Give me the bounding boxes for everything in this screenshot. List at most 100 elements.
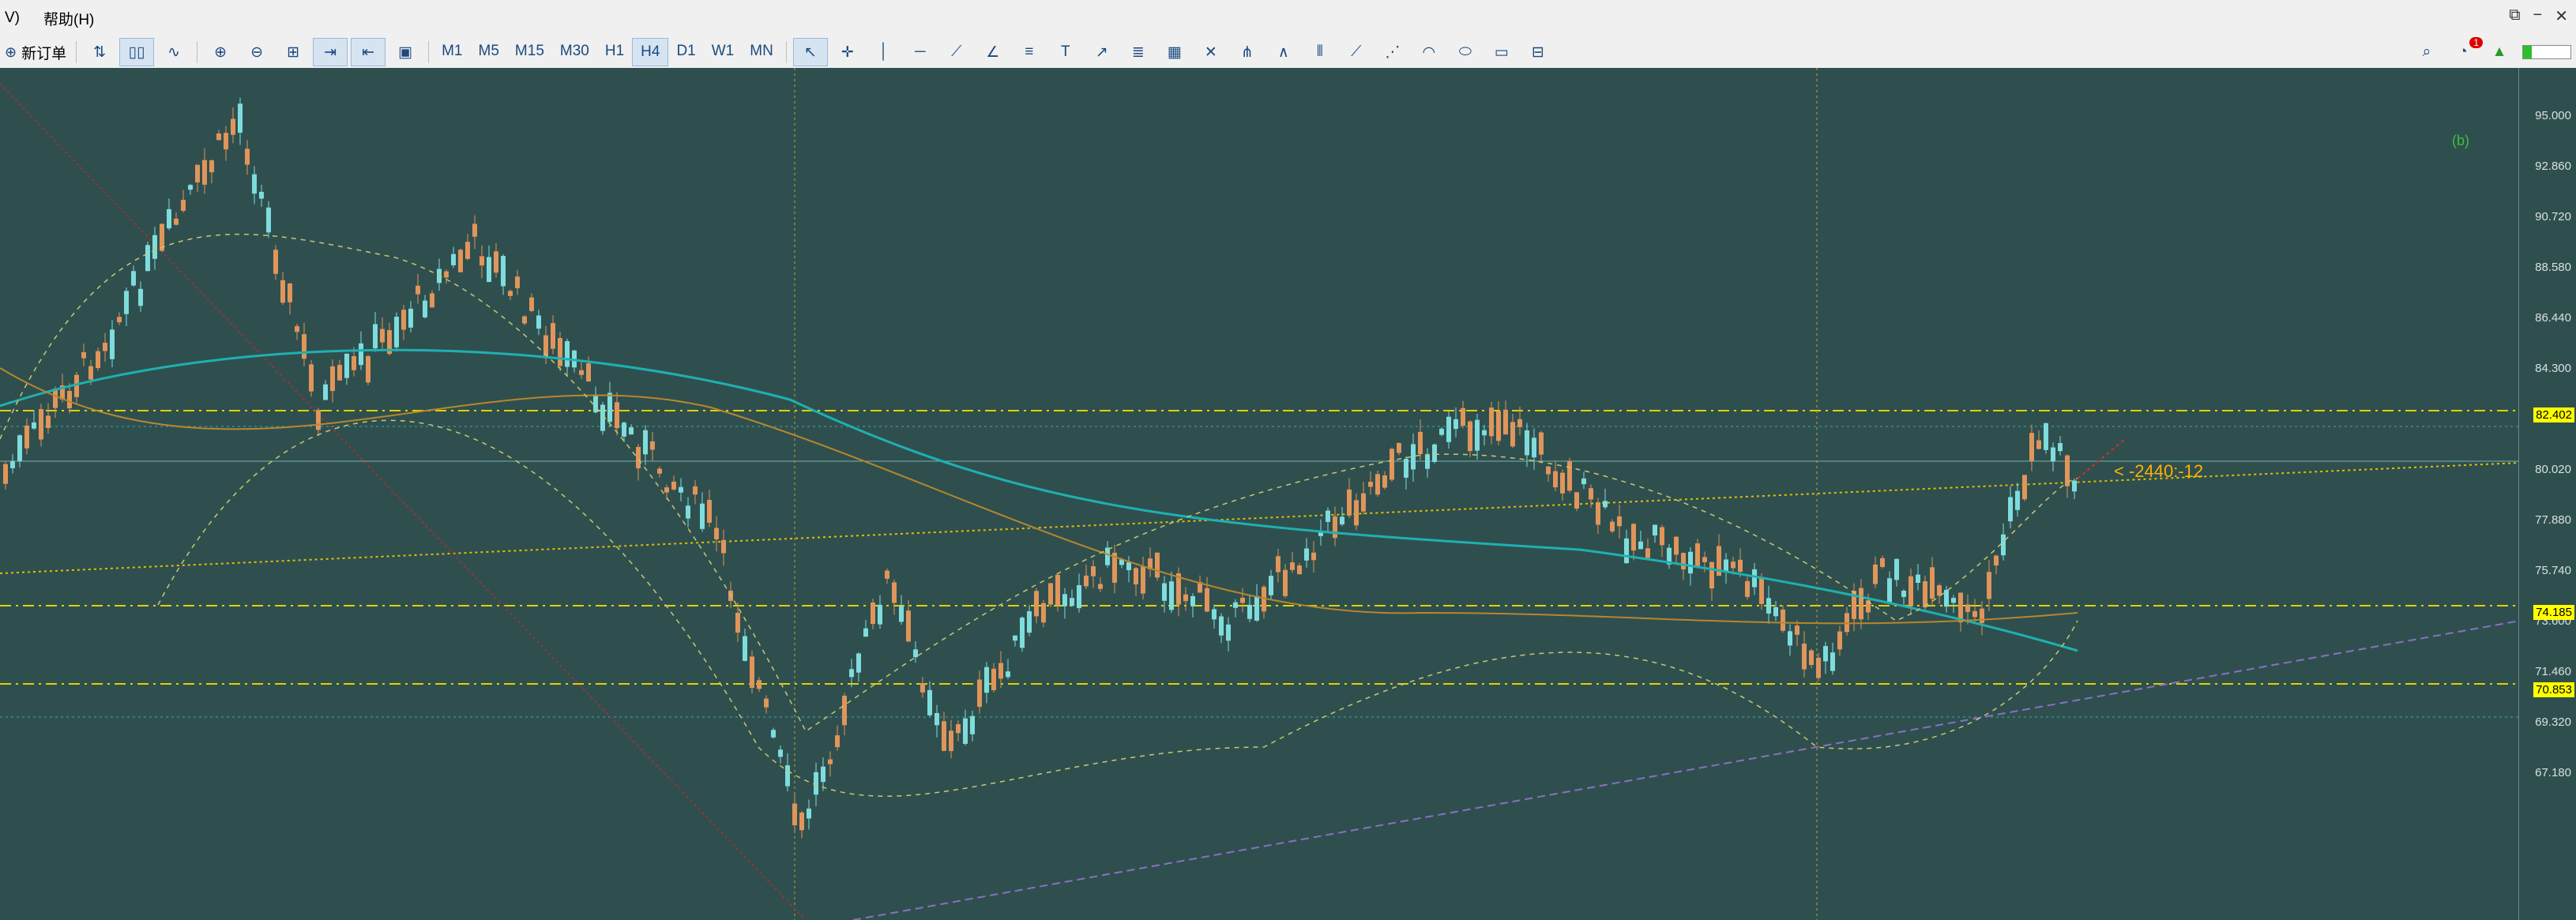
pitchfork-icon[interactable]: ⋔ [1231,39,1264,66]
text-icon[interactable]: T [1049,39,1082,66]
candle-body [1390,449,1394,480]
candle-body [1638,541,1643,550]
candle-body [757,680,762,689]
candle-body [103,343,107,351]
timeframe-h4[interactable]: H4 [632,38,669,66]
crosshair-icon[interactable]: ✛ [831,39,864,66]
minimize-icon[interactable]: − [2533,6,2543,26]
candle-body [1603,501,1608,508]
candle-body [2001,534,2006,556]
menu-bar: V) 帮助(H) ⧉ − ✕ [0,0,2576,36]
menu-item-view[interactable]: V) [0,9,20,27]
autoscroll-icon[interactable]: ⇥ [313,38,348,66]
screenshot-icon[interactable]: ▣ [389,39,422,66]
candle-body [1240,597,1245,603]
candle-body [67,391,72,409]
candle-body [622,422,626,437]
candle-body [615,402,619,429]
price-chart[interactable] [0,68,2576,920]
candle-body [1453,419,1458,430]
candle-body [209,160,214,173]
price-label: 86.440 [2535,311,2571,325]
candle-body [1219,616,1224,636]
connection-status-icon[interactable] [2519,39,2574,66]
grid-icon[interactable]: ⊞ [276,39,310,66]
candle-body [828,759,833,764]
candle-body [700,503,705,529]
price-axis[interactable]: 95.00092.86090.72088.58086.44084.30082.1… [2518,68,2576,920]
candle-body [1965,604,1970,612]
timeframe-w1[interactable]: W1 [704,38,743,65]
candle-body [1830,652,1835,671]
regression-icon[interactable]: ⟋ [1340,39,1373,66]
candle-body [1098,584,1103,589]
candle-body [984,667,989,693]
bell-icon: ◔ [2458,43,2468,60]
chart-overlays [0,233,2126,797]
zoom-in-icon[interactable]: ⊕ [204,39,237,66]
candle-body [1567,461,1572,491]
candle-body [1311,552,1316,561]
price-label: 95.000 [2535,109,2571,122]
candle-body [1795,625,1799,635]
arc-icon[interactable]: ◠ [1412,39,1446,66]
candle-body [721,539,726,554]
zoom-out-icon[interactable]: ⊖ [240,39,273,66]
timeframe-m15[interactable]: M15 [507,38,552,65]
algo-trading-icon[interactable]: ⇅ [83,39,116,66]
candle-body [1091,566,1096,576]
signal-strength-icon[interactable]: ▲ [2483,39,2516,66]
candle-body [942,721,946,751]
candle-body [892,582,897,603]
candle-body [2051,447,2055,462]
close-icon[interactable]: ✕ [2555,6,2568,26]
horizontal-line-icon[interactable]: ─ [904,39,937,66]
candle-body [1951,598,1956,603]
new-order-button[interactable]: ⊕ 新订单 [2,39,70,66]
candle-body [1055,574,1060,606]
arrow-icon[interactable]: ↗ [1085,39,1119,66]
candle-body [1738,559,1743,573]
cycle-icon[interactable]: ⦀ [1303,39,1337,66]
gann-icon[interactable]: ✕ [1194,39,1228,66]
timeframe-d1[interactable]: D1 [668,38,703,65]
timeframe-h1[interactable]: H1 [597,38,632,65]
candle-body [1468,421,1472,452]
templates-icon[interactable]: ⊟ [1521,39,1555,66]
trendline-purple [852,620,2521,920]
candle-body [1020,618,1025,648]
restore-icon[interactable]: ⧉ [2509,6,2520,26]
candle-body [586,363,591,382]
cursor-icon[interactable]: ↖ [792,38,828,66]
timeframe-m1[interactable]: M1 [434,38,470,65]
candle-body [1141,566,1145,594]
rectangle-icon[interactable]: ▭ [1485,39,1518,66]
vertical-line-icon[interactable]: │ [867,39,901,66]
candle-body [750,656,754,689]
ellipse-icon[interactable]: ⬭ [1449,39,1482,66]
chart-shift-icon[interactable]: ⇤ [351,38,386,66]
fibonacci-icon[interactable]: ≣ [1122,39,1155,66]
notification-icon[interactable]: ◔ 1 [2446,37,2483,66]
candle-body [1745,580,1750,597]
angle-line-icon[interactable]: ∠ [976,39,1010,66]
candle-body [1517,419,1522,427]
fan-icon[interactable]: ⋰ [1376,39,1409,66]
shapes-icon[interactable]: ▦ [1158,39,1191,66]
search-icon[interactable]: ⌕ [2410,39,2443,66]
candle-body [1254,595,1259,621]
timeframe-mn[interactable]: MN [742,38,781,65]
candle-body [501,256,506,287]
chart-type-icon[interactable]: ▯▯ [119,38,155,66]
timeframe-m30[interactable]: M30 [552,38,597,65]
candle-body [785,765,790,787]
timeframe-m5[interactable]: M5 [471,38,507,65]
elliott-icon[interactable]: ∧ [1267,39,1300,66]
candle-body [1773,606,1778,617]
candle-body [366,356,370,383]
menu-item-help[interactable]: 帮助(H) [39,8,94,29]
channel-icon[interactable]: ≡ [1013,39,1046,66]
trendline-icon[interactable]: ⟋ [940,39,973,66]
candle-body [863,628,868,637]
indicator-icon[interactable]: ∿ [157,39,190,66]
